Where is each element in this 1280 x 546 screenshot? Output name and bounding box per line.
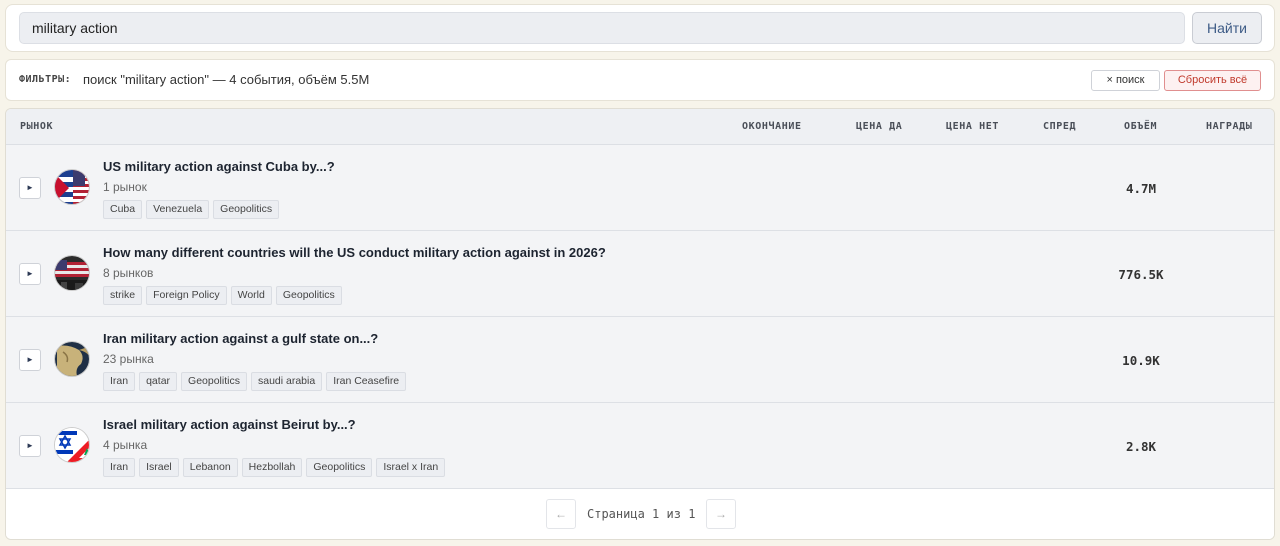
search-input[interactable] — [19, 12, 1185, 44]
clear-search-button[interactable]: × поиск — [1091, 70, 1160, 91]
markets-table: РЫНОК ОКОНЧАНИЕ ЦЕНА ДА ЦЕНА НЕТ СПРЕД О… — [5, 108, 1275, 540]
gulf-map-icon — [54, 341, 90, 377]
tag[interactable]: Lebanon — [182, 458, 238, 477]
table-row[interactable]: ► US military action against Cuba by...?… — [6, 145, 1274, 231]
column-header-market[interactable]: РЫНОК — [20, 121, 53, 132]
table-row[interactable]: ► How many different countries will the … — [6, 231, 1274, 317]
us-flag-military-icon — [54, 255, 90, 291]
market-count: 4 рынка — [103, 438, 148, 452]
tag[interactable]: qatar — [139, 372, 178, 391]
search-button[interactable]: Найти — [1192, 12, 1262, 44]
tag[interactable]: Geopolitics — [213, 200, 280, 219]
filters-panel: ФИЛЬТРЫ: поиск "military action" — 4 соб… — [5, 59, 1275, 101]
market-title-link[interactable]: Iran military action against a gulf stat… — [103, 331, 378, 346]
tag[interactable]: Iran — [103, 458, 136, 477]
cuba-us-flags-icon — [54, 169, 90, 205]
column-header-price-yes[interactable]: ЦЕНА ДА — [856, 121, 902, 132]
expand-row-button[interactable]: ► — [19, 177, 41, 199]
tag[interactable]: Israel — [139, 458, 179, 477]
column-header-end[interactable]: ОКОНЧАНИЕ — [742, 121, 802, 132]
tag-list: Cuba Venezuela Geopolitics — [103, 200, 280, 219]
tag[interactable]: strike — [103, 286, 143, 305]
expand-row-button[interactable]: ► — [19, 349, 41, 371]
reset-all-button[interactable]: Сбросить всё — [1164, 70, 1261, 91]
current-page: 1 — [652, 507, 660, 521]
column-header-price-no[interactable]: ЦЕНА НЕТ — [946, 121, 999, 132]
filters-label: ФИЛЬТРЫ: — [19, 74, 72, 85]
market-count: 8 рынков — [103, 266, 154, 280]
column-header-rewards[interactable]: НАГРАДЫ — [1206, 121, 1252, 132]
tag[interactable]: Iran Ceasefire — [326, 372, 407, 391]
total-pages: 1 — [688, 507, 696, 521]
page-indicator: Страница 1 из 1 — [587, 507, 695, 521]
table-row[interactable]: ► Israel military action against Beirut … — [6, 403, 1274, 489]
market-title-link[interactable]: How many different countries will the US… — [103, 245, 606, 260]
search-panel: Найти — [5, 4, 1275, 52]
volume-value: 10.9K — [1122, 353, 1160, 368]
tag[interactable]: Cuba — [103, 200, 143, 219]
market-title-link[interactable]: Israel military action against Beirut by… — [103, 417, 356, 432]
volume-value: 2.8K — [1125, 439, 1157, 454]
prev-page-button[interactable]: ← — [546, 499, 576, 529]
tag[interactable]: Venezuela — [146, 200, 210, 219]
tag[interactable]: Hezbollah — [241, 458, 303, 477]
tag[interactable]: Geopolitics — [275, 286, 342, 305]
expand-row-button[interactable]: ► — [19, 263, 41, 285]
pagination: ← Страница 1 из 1 → — [6, 489, 1274, 539]
volume-value: 776.5K — [1118, 267, 1164, 282]
market-count: 1 рынок — [103, 180, 147, 194]
volume-value: 4.7M — [1125, 181, 1157, 196]
tag-list: strike Foreign Policy World Geopolitics — [103, 286, 342, 305]
tag-list: Iran Israel Lebanon Hezbollah Geopolitic… — [103, 458, 446, 477]
of-word: из — [666, 507, 681, 521]
table-row[interactable]: ► Iran military action against a gulf st… — [6, 317, 1274, 403]
tag[interactable]: Geopolitics — [181, 372, 247, 391]
filters-summary: поиск "military action" — 4 события, объ… — [83, 72, 370, 87]
tag[interactable]: Israel x Iran — [376, 458, 446, 477]
market-count: 23 рынка — [103, 352, 154, 366]
next-page-button[interactable]: → — [706, 499, 736, 529]
tag[interactable]: saudi arabia — [250, 372, 323, 391]
column-header-volume[interactable]: ОБЪЁМ — [1124, 121, 1157, 132]
israel-lebanon-flags-icon — [54, 427, 90, 463]
tag[interactable]: Geopolitics — [306, 458, 373, 477]
page-word: Страница — [587, 507, 645, 521]
tag[interactable]: Foreign Policy — [146, 286, 227, 305]
tag[interactable]: Iran — [103, 372, 136, 391]
column-header-spread[interactable]: СПРЕД — [1043, 121, 1076, 132]
tag[interactable]: World — [230, 286, 272, 305]
expand-row-button[interactable]: ► — [19, 435, 41, 457]
market-title-link[interactable]: US military action against Cuba by...? — [103, 159, 335, 174]
tag-list: Iran qatar Geopolitics saudi arabia Iran… — [103, 372, 407, 391]
table-header: РЫНОК ОКОНЧАНИЕ ЦЕНА ДА ЦЕНА НЕТ СПРЕД О… — [6, 109, 1274, 145]
